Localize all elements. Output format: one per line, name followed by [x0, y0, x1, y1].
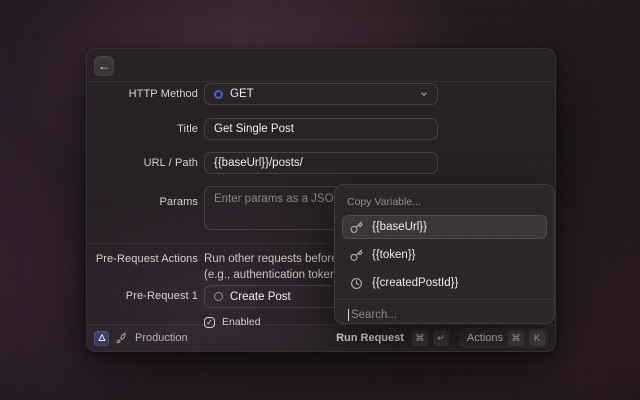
popup-title: Copy Variable... [342, 192, 547, 215]
actions-button[interactable]: Actions ⌘ K [459, 328, 548, 348]
status-bar-right: Run Request ⌘ ↵ Actions ⌘ K [336, 328, 548, 348]
http-method-select[interactable]: GET [204, 83, 438, 105]
url-input-wrap [204, 152, 438, 174]
variable-item-baseurl[interactable]: {{baseUrl}} [342, 215, 547, 239]
cmd-keycap[interactable]: ⌘ [412, 330, 428, 346]
http-method-label: HTTP Method [87, 88, 198, 100]
chevron-down-icon [420, 90, 428, 98]
return-keycap[interactable]: ↵ [433, 330, 449, 346]
key-icon [350, 221, 363, 234]
request-editor-window: ← HTTP Method GET Title URL / Path [86, 48, 556, 352]
desktop-background: { "titlebar": { "back_icon": "←" }, "for… [0, 0, 640, 400]
variable-item-label: {{token}} [372, 249, 416, 261]
variable-item-label: {{baseUrl}} [372, 221, 427, 233]
clock-icon [350, 277, 363, 290]
title-input[interactable] [214, 123, 428, 135]
http-method-value: GET [230, 88, 254, 100]
title-label: Title [87, 123, 198, 135]
variable-item-createdpostid[interactable]: {{createdPostId}} [342, 271, 547, 295]
cmd-keycap[interactable]: ⌘ [508, 330, 524, 346]
rocket-icon [116, 332, 128, 344]
popup-search-row [342, 300, 547, 321]
copy-variable-popup: Copy Variable... {{baseUrl}} {{token}} {… [334, 184, 555, 324]
pre-request-1-label: Pre-Request 1 [87, 290, 198, 302]
url-label: URL / Path [87, 157, 198, 169]
status-bar: Production Run Request ⌘ ↵ Actions ⌘ K [87, 324, 555, 351]
variable-item-label: {{createdPostId}} [372, 277, 458, 289]
pre-request-actions-label: Pre-Request Actions [87, 253, 198, 265]
environment-selector[interactable]: Production [135, 332, 188, 344]
pre-request-1-value: Create Post [230, 291, 291, 303]
actions-label: Actions [467, 332, 503, 344]
back-button[interactable]: ← [94, 56, 114, 76]
variable-item-token[interactable]: {{token}} [342, 243, 547, 267]
key-icon [350, 249, 363, 262]
variable-search-input[interactable] [351, 309, 541, 321]
request-status-icon [214, 292, 223, 301]
k-keycap[interactable]: K [529, 330, 545, 346]
url-input[interactable] [214, 157, 428, 169]
params-label: Params [87, 196, 198, 208]
text-cursor [348, 309, 349, 321]
title-input-wrap [204, 118, 438, 140]
app-logo-icon[interactable] [94, 331, 109, 346]
method-status-icon [214, 90, 223, 99]
titlebar: ← [87, 49, 555, 82]
run-request-button[interactable]: Run Request [336, 332, 404, 344]
